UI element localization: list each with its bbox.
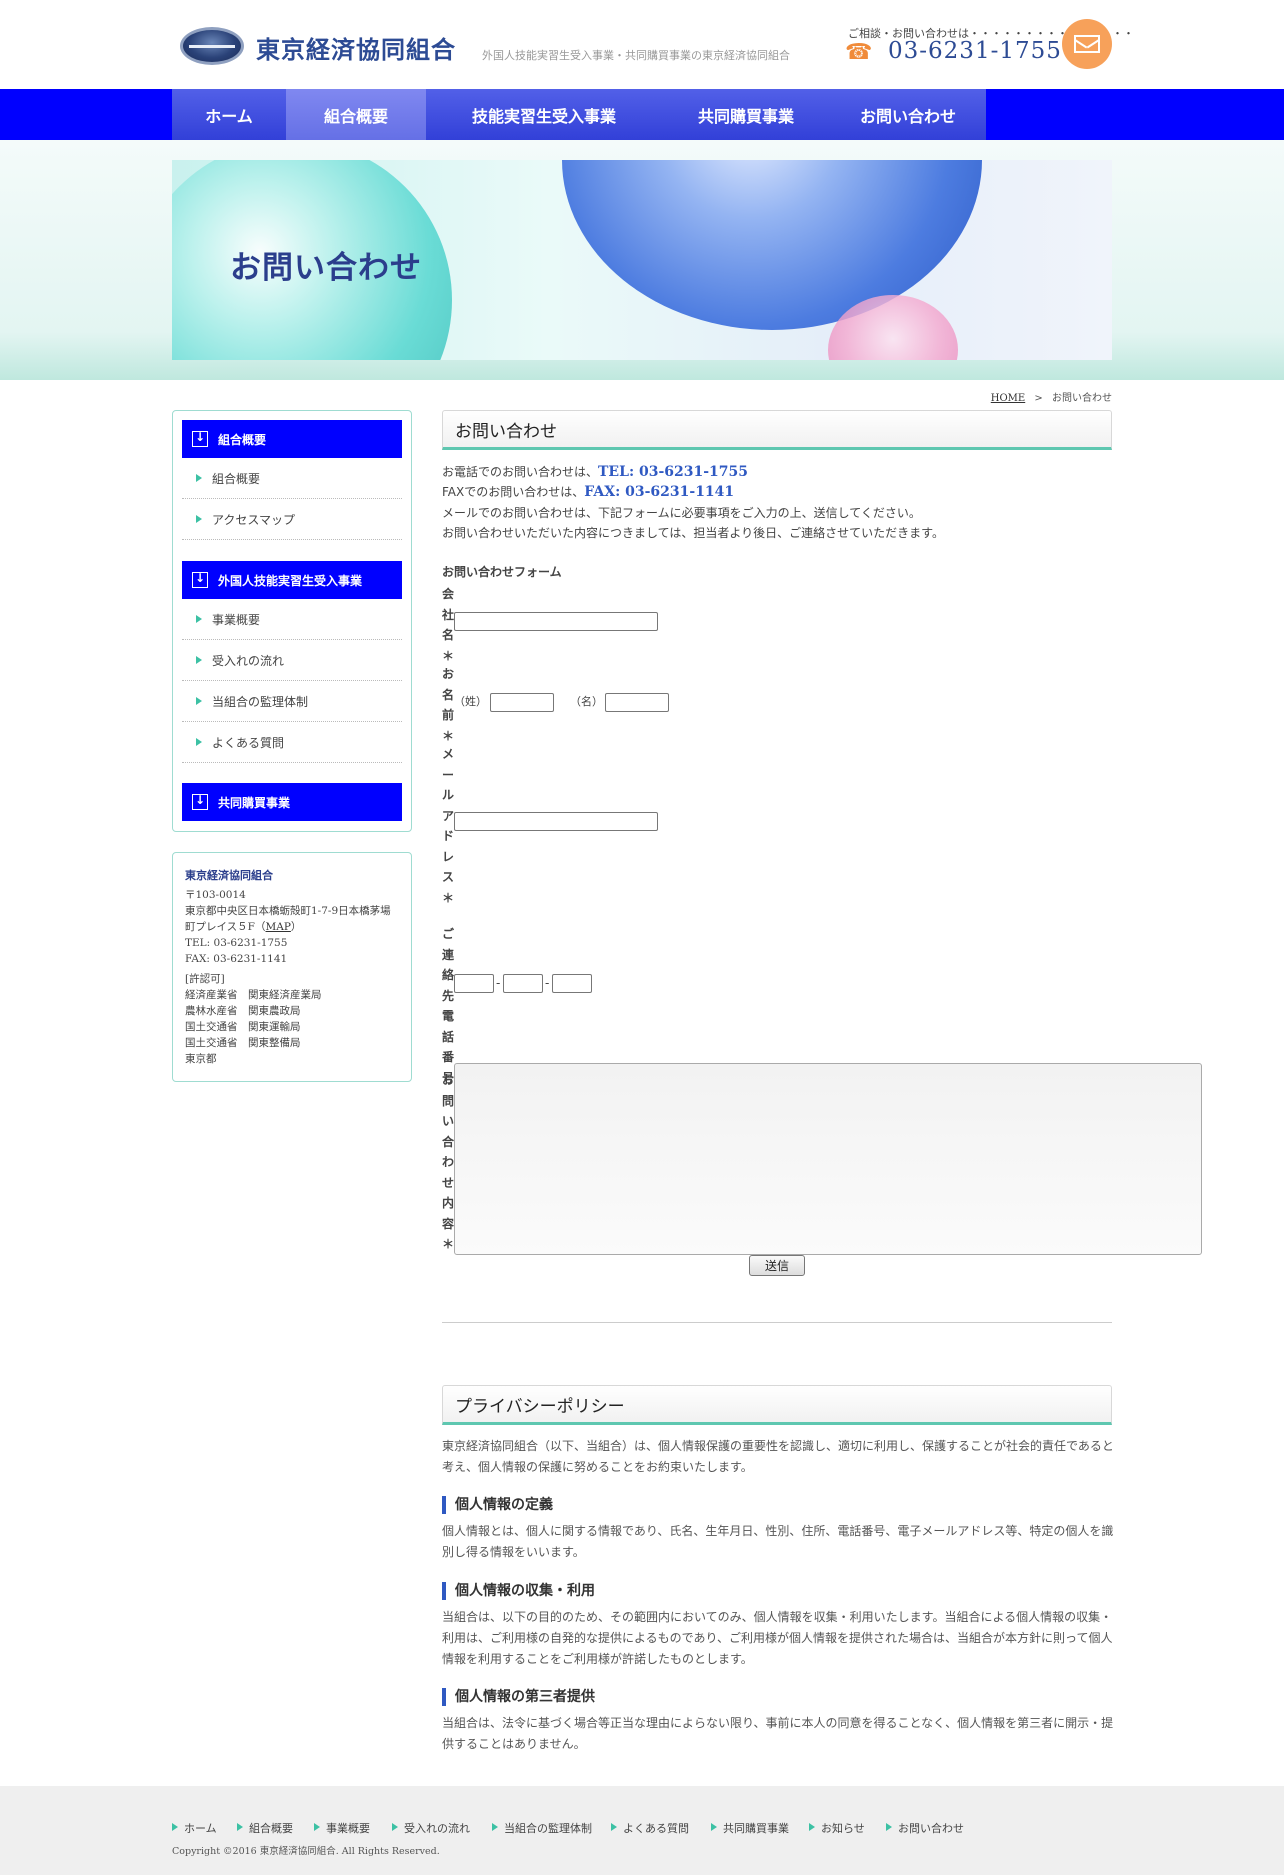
contact-tel: TEL: 03-6231-1755: [598, 464, 749, 480]
nav-item-about[interactable]: 組合概要: [286, 89, 426, 140]
sidebar-item-business-overview[interactable]: 事業概要: [182, 599, 402, 640]
footer-link-acceptance-flow[interactable]: 受入れの流れ: [392, 1820, 470, 1836]
contact-reply-text: お問い合わせいただいた内容につきましては、担当者より後日、ご連絡させていただきま…: [442, 526, 944, 540]
nav-item-trainee[interactable]: 技能実習生受入事業: [426, 89, 662, 140]
mail-button[interactable]: [1062, 19, 1112, 69]
company-name: 東京経済協同組合: [185, 869, 273, 882]
company-tel: TEL: 03-6231-1755: [185, 937, 288, 949]
email-input[interactable]: [454, 812, 658, 831]
company-fax: FAX: 03-6231-1141: [185, 953, 288, 965]
inquiry-textarea[interactable]: [454, 1063, 1202, 1255]
site-footer: ホーム 組合概要 事業概要 受入れの流れ 当組合の監理体制 よくある質問 共同購…: [0, 1786, 1284, 1875]
site-header: 東京経済協同組合 外国人技能実習生受入事業・共同購買事業の東京経済協同組合 ご相…: [0, 0, 1284, 89]
phone-separator: -: [545, 976, 550, 990]
footer-link-contact[interactable]: お問い合わせ: [886, 1820, 964, 1836]
phone-input-3[interactable]: [552, 974, 592, 993]
phone-separator: -: [496, 976, 501, 990]
banner-title: お問い合わせ: [230, 250, 422, 286]
sidebar-item-about[interactable]: 組合概要: [182, 458, 402, 499]
site-tagline: 外国人技能実習生受入事業・共同購買事業の東京経済協同組合: [482, 49, 790, 62]
footer-link-supervision[interactable]: 当組合の監理体制: [492, 1820, 592, 1836]
last-name-label: （姓）: [454, 695, 487, 708]
sidebar-item-faq[interactable]: よくある質問: [182, 722, 402, 763]
sidebar-nav: 組合概要 組合概要 アクセスマップ 外国人技能実習生受入事業 事業概要 受入れの…: [172, 410, 412, 832]
download-arrow-icon: [192, 571, 208, 588]
footer-link-about[interactable]: 組合概要: [237, 1820, 293, 1836]
first-name-label: （名）: [570, 695, 603, 708]
sidebar-item-access-map[interactable]: アクセスマップ: [182, 499, 402, 540]
license-item: 経済産業省 関東経済産業局: [185, 989, 322, 1001]
phone-input-2[interactable]: [503, 974, 543, 993]
license-item: 国土交通省 関東整備局: [185, 1037, 301, 1049]
nav-item-purchasing[interactable]: 共同購買事業: [662, 89, 830, 140]
section-divider: [442, 1322, 1112, 1323]
header-phone-number: 03-6231-1755: [888, 38, 1062, 64]
first-name-input[interactable]: [605, 693, 669, 712]
license-item: 国土交通省 関東運輸局: [185, 1021, 301, 1033]
phone-input-1[interactable]: [454, 974, 494, 993]
address-line: 町プレイス５F（MAP）: [185, 921, 302, 933]
address-line: 東京都中央区日本橋蛎殻町1-7-9日本橋茅場: [185, 905, 391, 917]
footer-link-news[interactable]: お知らせ: [809, 1820, 865, 1836]
contact-tel-line: お電話でのお問い合わせは、TEL: 03-6231-1755: [442, 464, 749, 480]
footer-link-purchasing[interactable]: 共同購買事業: [711, 1820, 789, 1836]
form-title: お問い合わせフォーム: [442, 565, 562, 579]
footer-link-business-overview[interactable]: 事業概要: [314, 1820, 370, 1836]
postal-code: 〒103-0014: [185, 889, 246, 901]
sidebar-heading-label: 組合概要: [218, 432, 267, 447]
sidebar-heading-label: 共同購買事業: [218, 795, 291, 810]
contact-fax-line: FAXでのお問い合わせは、FAX: 03-6231-1141: [442, 484, 735, 500]
privacy-body: 当組合は、以下の目的のため、その範囲内においてのみ、個人情報を収集・利用いたしま…: [442, 1610, 1113, 1666]
privacy-heading: 個人情報の定義: [442, 1496, 553, 1514]
footer-link-home[interactable]: ホーム: [172, 1820, 217, 1836]
last-name-input[interactable]: [490, 693, 554, 712]
nav-bar: ホーム 組合概要 技能実習生受入事業 共同購買事業 お問い合わせ: [172, 89, 986, 140]
phone-icon: ☎: [845, 40, 873, 65]
privacy-heading: 個人情報の収集・利用: [442, 1582, 595, 1600]
contact-section-title: お問い合わせ: [442, 410, 1112, 450]
company-input[interactable]: [454, 612, 658, 631]
sidebar-heading-about[interactable]: 組合概要: [182, 420, 402, 458]
page-banner: お問い合わせ: [172, 160, 1112, 360]
sidebar-item-acceptance-flow[interactable]: 受入れの流れ: [182, 640, 402, 681]
envelope-icon: [1074, 35, 1100, 53]
contact-mail-text: メールでのお問い合わせは、下記フォームに必要事項をご入力の上、送信してください。: [442, 506, 921, 520]
logo-icon[interactable]: [180, 27, 244, 65]
privacy-section-title: プライバシーポリシー: [442, 1385, 1112, 1425]
download-arrow-icon: [192, 793, 208, 810]
logo-text[interactable]: 東京経済協同組合: [256, 30, 456, 65]
sidebar-heading-purchasing[interactable]: 共同購買事業: [182, 783, 402, 821]
footer-link-faq[interactable]: よくある質問: [611, 1820, 689, 1836]
download-arrow-icon: [192, 430, 208, 447]
submit-button[interactable]: 送信: [749, 1255, 805, 1276]
sidebar-item-supervision[interactable]: 当組合の監理体制: [182, 681, 402, 722]
privacy-body: 当組合は、法令に基づく場合等正当な理由によらない限り、事前に本人の同意を得ること…: [442, 1716, 1114, 1751]
nav-item-contact[interactable]: お問い合わせ: [830, 89, 986, 140]
breadcrumb: HOME > お問い合わせ: [991, 389, 1112, 404]
privacy-heading: 個人情報の第三者提供: [442, 1688, 595, 1706]
sidebar-heading-trainee[interactable]: 外国人技能実習生受入事業: [182, 561, 402, 599]
sidebar-heading-label: 外国人技能実習生受入事業: [218, 573, 363, 588]
copyright: Copyright ©2016 東京経済協同組合. All Rights Res…: [172, 1846, 440, 1857]
breadcrumb-home-link[interactable]: HOME: [991, 393, 1025, 404]
license-item: 農林水産省 関東農政局: [185, 1005, 301, 1017]
breadcrumb-separator: >: [1034, 393, 1043, 404]
privacy-intro: 東京経済協同組合（以下、当組合）は、個人情報保護の重要性を認識し、適切に利用し、…: [442, 1439, 1114, 1474]
sidebar-company-info: 東京経済協同組合 〒103-0014 東京都中央区日本橋蛎殻町1-7-9日本橋茅…: [172, 852, 412, 1082]
breadcrumb-current: お問い合わせ: [1052, 393, 1112, 404]
license-item: 東京都: [185, 1053, 217, 1065]
license-heading: [許認可]: [185, 973, 225, 985]
map-link[interactable]: MAP: [265, 921, 290, 933]
nav-item-home[interactable]: ホーム: [172, 89, 286, 140]
contact-fax: FAX: 03-6231-1141: [584, 484, 735, 500]
privacy-body: 個人情報とは、個人に関する情報であり、氏名、生年月日、性別、住所、電話番号、電子…: [442, 1524, 1114, 1559]
global-nav: ホーム 組合概要 技能実習生受入事業 共同購買事業 お問い合わせ: [0, 89, 1284, 140]
